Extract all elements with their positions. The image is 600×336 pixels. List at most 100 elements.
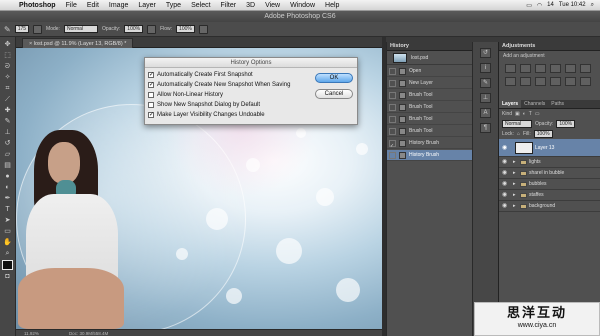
filter-type-icon[interactable]: T xyxy=(529,111,532,117)
quick-select-tool-icon[interactable]: ✧ xyxy=(2,73,13,82)
layer-row-active[interactable]: ◉ Layer 13 xyxy=(499,139,600,157)
checkbox-unchecked[interactable] xyxy=(148,102,154,108)
history-snapshot[interactable]: lost.psd xyxy=(387,51,473,65)
vibrance-icon[interactable] xyxy=(565,64,576,73)
history-state[interactable]: New Layer xyxy=(387,78,473,89)
quick-mask-button[interactable]: ◘ xyxy=(2,272,13,281)
layer-group-row[interactable]: ◉ ▸ bubbles xyxy=(499,179,600,190)
menu-window[interactable]: Window xyxy=(285,2,320,9)
menu-select[interactable]: Select xyxy=(186,2,215,9)
flow-field[interactable]: 100% xyxy=(176,25,195,33)
close-icon[interactable]: × xyxy=(29,41,32,47)
tab-channels[interactable]: Channels xyxy=(521,100,548,108)
history-panel-icon[interactable]: ↺ xyxy=(480,48,491,58)
history-state[interactable]: Open xyxy=(387,66,473,77)
wifi-icon[interactable]: ◠ xyxy=(537,2,542,9)
brush-tool-icon[interactable]: ✎ xyxy=(2,117,13,126)
marquee-tool-icon[interactable]: ⬚ xyxy=(2,51,13,60)
layer-group-row[interactable]: ◉ ▸ staffes xyxy=(499,190,600,201)
levels-icon[interactable] xyxy=(520,64,531,73)
move-tool-icon[interactable]: ✥ xyxy=(2,40,13,49)
eyedropper-tool-icon[interactable]: ⟋ xyxy=(2,95,13,104)
black-white-icon[interactable] xyxy=(520,77,531,86)
hue-saturation-icon[interactable] xyxy=(580,64,591,73)
menu-edit[interactable]: Edit xyxy=(82,2,104,9)
type-tool-icon[interactable]: T xyxy=(2,205,13,214)
history-state[interactable]: Brush Tool xyxy=(387,126,473,137)
clock[interactable]: Tue 10:42 xyxy=(559,2,586,8)
zoom-tool-icon[interactable]: ⌕ xyxy=(2,249,13,258)
gradient-tool-icon[interactable]: ▤ xyxy=(2,161,13,170)
menu-file[interactable]: File xyxy=(61,2,82,9)
brightness-icon[interactable] xyxy=(505,64,516,73)
checkbox-unchecked[interactable] xyxy=(148,92,154,98)
healing-tool-icon[interactable]: ✚ xyxy=(2,106,13,115)
option-snapshot-on-save[interactable]: ✓ Automatically Create New Snapshot When… xyxy=(148,81,290,89)
filter-kind-select[interactable]: Kind xyxy=(502,111,512,117)
zoom-level[interactable]: 11.92% xyxy=(24,331,39,336)
menu-type[interactable]: Type xyxy=(161,2,186,9)
brush-size-field[interactable]: 175 xyxy=(14,25,30,33)
fill-field[interactable]: 100% xyxy=(533,130,553,138)
notification-count[interactable]: 14 xyxy=(547,2,554,8)
paragraph-panel-icon[interactable]: ¶ xyxy=(480,123,491,133)
tab-layers[interactable]: Layers xyxy=(499,100,522,108)
invert-icon[interactable] xyxy=(580,77,591,86)
clone-source-icon[interactable]: ⊥ xyxy=(480,93,491,103)
option-snapshot-dialog[interactable]: Show New Snapshot Dialog by Default xyxy=(148,101,260,109)
history-state[interactable]: Brush Tool xyxy=(387,90,473,101)
history-panel-title[interactable]: History xyxy=(387,42,472,51)
lasso-tool-icon[interactable]: ᘐ xyxy=(2,62,13,71)
brush-tool-icon[interactable]: ✎ xyxy=(4,25,11,34)
menu-3d[interactable]: 3D xyxy=(241,2,260,9)
character-panel-icon[interactable]: A xyxy=(480,108,491,118)
checkbox-checked[interactable]: ✓ xyxy=(148,112,154,118)
document-tab[interactable]: × lost.psd @ 11.9% (Layer 13, RGB/8) * xyxy=(22,38,134,48)
color-lookup-icon[interactable] xyxy=(565,77,576,86)
lock-icon[interactable]: ⌂ xyxy=(517,131,520,137)
curves-icon[interactable] xyxy=(535,64,546,73)
color-swatches[interactable] xyxy=(2,260,13,270)
filter-adjust-icon[interactable]: ◐ xyxy=(523,111,526,117)
history-state[interactable]: ✓ History Brush xyxy=(387,138,473,149)
clone-stamp-tool-icon[interactable]: ⊥ xyxy=(2,128,13,137)
history-state[interactable]: Brush Tool xyxy=(387,114,473,125)
airbrush-button[interactable] xyxy=(198,24,208,34)
option-visibility-undoable[interactable]: ✓ Make Layer Visibility Changes Undoable xyxy=(148,111,265,119)
layer-group-row[interactable]: ◉ ▸ lights xyxy=(499,157,600,168)
menu-view[interactable]: View xyxy=(260,2,285,9)
adjustments-title[interactable]: Adjustments xyxy=(499,42,600,51)
history-state-selected[interactable]: History Brush xyxy=(387,150,473,161)
blend-mode-select[interactable]: Normal xyxy=(502,120,532,128)
pressure-opacity-button[interactable] xyxy=(147,24,157,34)
menu-help[interactable]: Help xyxy=(320,2,344,9)
layer-group-row[interactable]: ◉ ▸ background xyxy=(499,201,600,212)
info-panel-icon[interactable]: i xyxy=(480,63,491,73)
channel-mixer-icon[interactable] xyxy=(550,77,561,86)
dodge-tool-icon[interactable]: ◐ xyxy=(2,183,13,192)
battery-icon[interactable]: ▭ xyxy=(526,2,532,9)
layer-group-row[interactable]: ◉ ▸ sharel in bubble xyxy=(499,168,600,179)
hand-tool-icon[interactable]: ✋ xyxy=(2,238,13,247)
crop-tool-icon[interactable]: ⌗ xyxy=(2,84,13,93)
checkbox-checked[interactable]: ✓ xyxy=(148,82,154,88)
menu-photoshop[interactable]: Photoshop xyxy=(14,2,61,9)
checkbox-checked[interactable]: ✓ xyxy=(148,72,154,78)
path-select-tool-icon[interactable]: ➤ xyxy=(2,216,13,225)
eraser-tool-icon[interactable]: ▱ xyxy=(2,150,13,159)
mode-select[interactable]: Normal xyxy=(63,25,98,33)
blur-tool-icon[interactable]: ● xyxy=(2,172,13,181)
brush-panel-button[interactable] xyxy=(33,24,43,34)
photo-filter-icon[interactable] xyxy=(535,77,546,86)
menu-layer[interactable]: Layer xyxy=(133,2,161,9)
menu-image[interactable]: Image xyxy=(104,2,133,9)
spotlight-icon[interactable]: ⌕ xyxy=(591,2,594,9)
eye-icon[interactable]: ◉ xyxy=(502,139,507,157)
menu-filter[interactable]: Filter xyxy=(216,2,242,9)
exposure-icon[interactable] xyxy=(550,64,561,73)
opacity-field[interactable]: 100% xyxy=(124,25,144,33)
shape-tool-icon[interactable]: ▭ xyxy=(2,227,13,236)
cancel-button[interactable]: Cancel xyxy=(315,89,353,99)
brush-panel-icon[interactable]: ✎ xyxy=(480,78,491,88)
filter-shape-icon[interactable]: ▭ xyxy=(535,111,540,117)
